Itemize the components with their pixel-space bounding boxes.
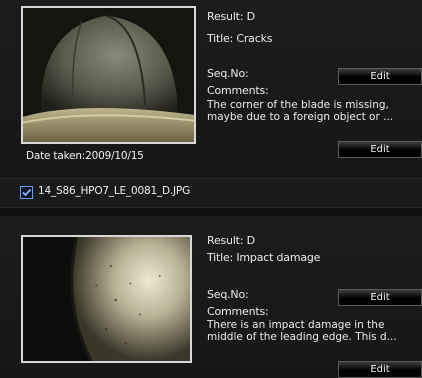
edit-seq-no-button[interactable]: Edit <box>338 68 422 85</box>
inspection-item-1: Result: D Title: Cracks Seq.No: Edit Com… <box>0 0 422 178</box>
result-label: Result: D <box>207 10 255 23</box>
edit-seq-no-button[interactable]: Edit <box>338 289 422 306</box>
comment-text: There is an impact damage in the middle … <box>207 319 397 343</box>
impact-damage-photo <box>23 237 190 361</box>
seq-no-label: Seq.No: <box>207 288 249 301</box>
inspection-item-2: Result: D Title: Impact damage Seq.No: E… <box>0 216 422 378</box>
inspection-image-thumbnail-1[interactable] <box>21 6 196 144</box>
comment-text: The corner of the blade is missing, mayb… <box>207 99 394 123</box>
result-label: Result: D <box>207 234 255 247</box>
seq-no-label: Seq.No: <box>207 67 249 80</box>
title-label: Title: Impact damage <box>207 251 321 264</box>
comments-label: Comments: <box>207 305 269 318</box>
checkmark-icon <box>22 188 32 197</box>
edit-comment-button[interactable]: Edit <box>338 141 422 158</box>
title-label: Title: Cracks <box>207 32 273 45</box>
image-filename: 14_S86_HPO7_LE_0081_D.JPG <box>38 185 191 197</box>
inspection-image-thumbnail-2[interactable] <box>21 235 192 363</box>
edit-comment-button[interactable]: Edit <box>338 361 422 378</box>
date-taken: Date taken:2009/10/15 <box>26 150 144 162</box>
blade-crack-photo <box>23 8 194 142</box>
select-checkbox[interactable] <box>20 186 33 199</box>
comments-label: Comments: <box>207 84 269 97</box>
